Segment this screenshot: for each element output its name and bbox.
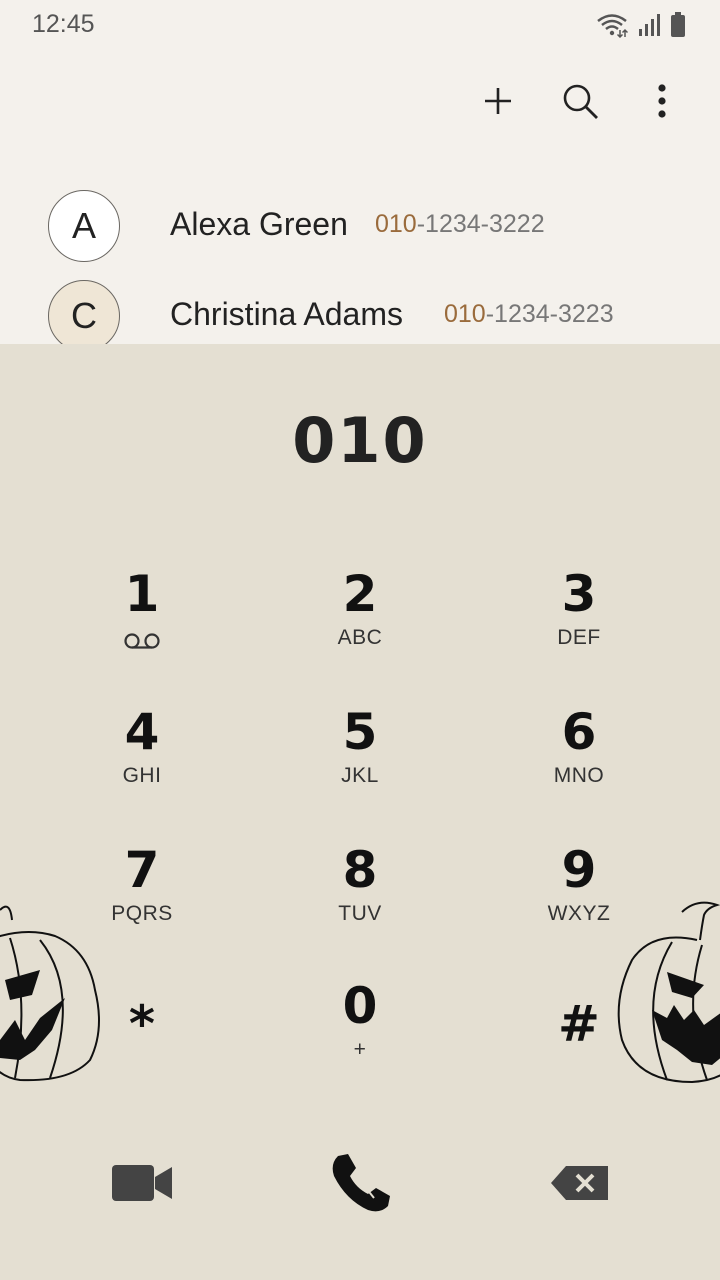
number-match: 010 [444,300,486,328]
battery-icon [670,12,686,42]
key-letters: PQRS [111,902,173,925]
number-rest: -1234-3222 [416,210,545,238]
status-icons [596,12,686,42]
call-icon [328,1150,392,1218]
video-call-icon [111,1163,173,1207]
contact-name: Christina Adams [170,296,403,332]
key-digit: 4 [124,703,160,761]
contact-row[interactable]: A Alexa Green 010-1234-3222 [0,190,720,280]
key-letters: DEF [557,626,601,649]
key-digit: 5 [342,703,378,761]
key-letters: ABC [337,626,383,649]
backspace-icon [550,1164,610,1206]
key-letters: JKL [341,764,379,787]
key-8[interactable]: 8 TUV [270,838,450,958]
more-options-button[interactable] [644,80,680,126]
key-7[interactable]: 7 PQRS [52,838,232,958]
avatar: C [48,280,120,344]
key-letters: WXYZ [547,902,611,925]
key-3[interactable]: 3 DEF [489,562,669,682]
contact-name: Alexa Green [170,206,348,242]
key-1[interactable]: 1 [52,562,232,682]
video-call-button[interactable] [102,1150,182,1220]
wifi-icon [596,12,629,42]
number-rest: -1234-3223 [485,300,614,328]
key-digit: 6 [561,703,597,761]
key-6[interactable]: 6 MNO [489,700,669,820]
search-icon [561,82,599,124]
key-digit: 9 [561,841,597,899]
entered-number[interactable]: 010 [0,404,720,477]
voicemail-icon [122,626,162,654]
key-digit: # [558,995,600,1053]
status-bar: 12:45 [0,0,720,50]
number-match: 010 [375,210,417,238]
key-5[interactable]: 5 JKL [270,700,450,820]
contact-number: 010-1234-3222 [375,210,545,239]
key-star[interactable]: * [52,992,232,1112]
key-digit: * [128,995,156,1053]
key-hash[interactable]: # [489,992,669,1112]
toolbar [480,80,680,126]
plus-icon [482,85,514,121]
key-2[interactable]: 2 ABC [270,562,450,682]
status-time: 12:45 [32,10,95,38]
search-button[interactable] [562,80,598,126]
key-digit: 3 [561,565,597,623]
add-contact-button[interactable] [480,80,516,126]
key-letters: TUV [338,902,382,925]
key-digit: 7 [124,841,160,899]
key-digit: 2 [342,565,378,623]
contact-row[interactable]: C Christina Adams 010-1234-3223 [0,280,720,344]
call-button[interactable] [320,1144,400,1224]
key-letters: MNO [553,764,605,787]
key-9[interactable]: 9 WXYZ [489,838,669,958]
key-digit: 8 [342,841,378,899]
signal-icon [638,13,660,41]
more-vert-icon [657,84,667,122]
contact-suggestions: A Alexa Green 010-1234-3222 C Christina … [0,180,720,344]
key-letters: + [353,1038,367,1061]
backspace-button[interactable] [540,1150,620,1220]
key-4[interactable]: 4 GHI [52,700,232,820]
contact-number: 010-1234-3223 [444,300,614,329]
key-0[interactable]: 0 + [270,974,450,1094]
avatar: A [48,190,120,262]
key-letters: GHI [122,764,162,787]
key-digit: 1 [124,565,160,623]
key-digit: 0 [342,977,378,1035]
dialer-panel: 010 1 2 ABC 3 DEF 4 GHI 5 JKL 6 MNO 7 PQ… [0,344,720,1280]
